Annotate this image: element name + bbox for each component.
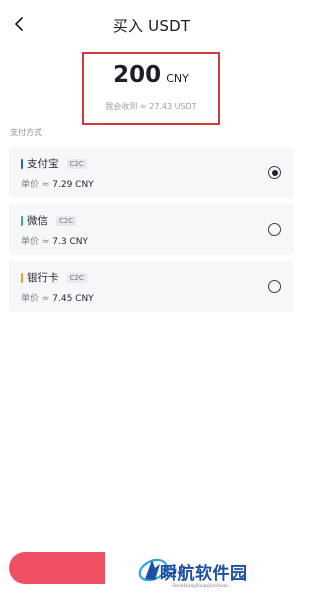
payment-method-name: 微信 <box>27 215 48 227</box>
receive-estimate: 我会收到 ≈ 27.43 USDT <box>105 102 197 111</box>
payment-option-bank-card[interactable]: 银行卡 C2C 单价 ≈ 7.45 CNY <box>9 261 294 312</box>
amount-value: 200 <box>113 62 162 88</box>
payment-section-label: 支付方式 <box>10 128 42 137</box>
radio-unselected[interactable] <box>268 223 281 236</box>
payment-option-wechat[interactable]: 微信 C2C 单价 ≈ 7.3 CNY <box>9 204 294 255</box>
payment-option-alipay[interactable]: 支付宝 C2C 单价 ≈ 7.29 CNY <box>9 147 294 198</box>
amount-line: 200 CNY <box>84 62 218 88</box>
unit-price-value: 7.45 CNY <box>52 294 94 304</box>
payment-option-header: 银行卡 C2C <box>21 270 87 285</box>
unit-price: 单价 ≈ 7.29 CNY <box>21 177 94 190</box>
unit-price-label: 单价 ≈ <box>21 180 53 190</box>
watermark-subtitle: ShunHangRuanJianYuan <box>172 584 228 589</box>
accent-bar <box>21 272 23 283</box>
accent-bar <box>21 158 23 169</box>
payment-option-header: 微信 C2C <box>21 213 77 228</box>
unit-price-label: 单价 ≈ <box>21 294 53 304</box>
accent-bar <box>21 215 23 226</box>
radio-selected[interactable] <box>268 166 281 179</box>
c2c-badge: C2C <box>66 272 87 283</box>
c2c-badge: C2C <box>66 158 87 169</box>
page-title: 买入 USDT <box>112 17 191 35</box>
unit-price-value: 7.29 CNY <box>52 180 94 190</box>
buy-button[interactable] <box>9 552 105 584</box>
header: 买入 USDT <box>0 0 303 50</box>
c2c-badge: C2C <box>56 215 77 226</box>
radio-unselected[interactable] <box>268 280 281 293</box>
amount-summary: 200 CNY 我会收到 ≈ 27.43 USDT <box>82 52 220 125</box>
unit-price-value: 7.3 CNY <box>52 237 88 247</box>
unit-price: 单价 ≈ 7.45 CNY <box>21 291 94 304</box>
payment-method-name: 支付宝 <box>27 158 59 170</box>
watermark-title: 瞬航软件园 <box>160 564 248 584</box>
radio-dot <box>271 169 278 176</box>
payment-option-header: 支付宝 C2C <box>21 156 87 171</box>
unit-price-label: 单价 ≈ <box>21 237 53 247</box>
payment-method-name: 银行卡 <box>27 272 59 284</box>
amount-unit: CNY <box>166 72 189 85</box>
watermark: 瞬航软件园 ShunHangRuanJianYuan <box>136 552 302 600</box>
unit-price: 单价 ≈ 7.3 CNY <box>21 234 88 247</box>
